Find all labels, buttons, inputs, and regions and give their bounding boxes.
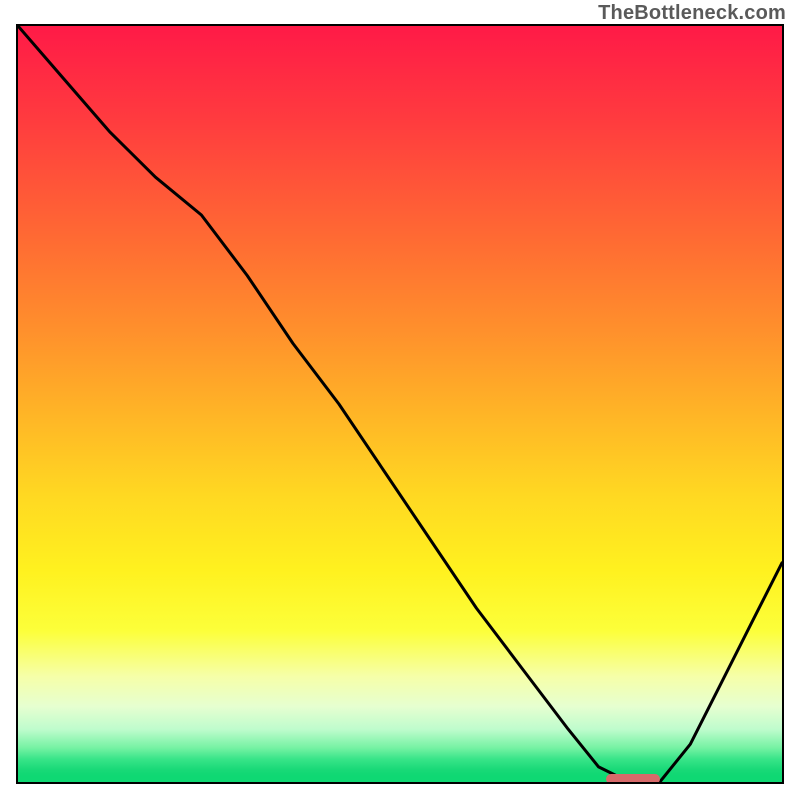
gradient-background xyxy=(18,26,782,782)
chart-container: TheBottleneck.com xyxy=(0,0,800,800)
watermark-text: TheBottleneck.com xyxy=(598,2,786,25)
